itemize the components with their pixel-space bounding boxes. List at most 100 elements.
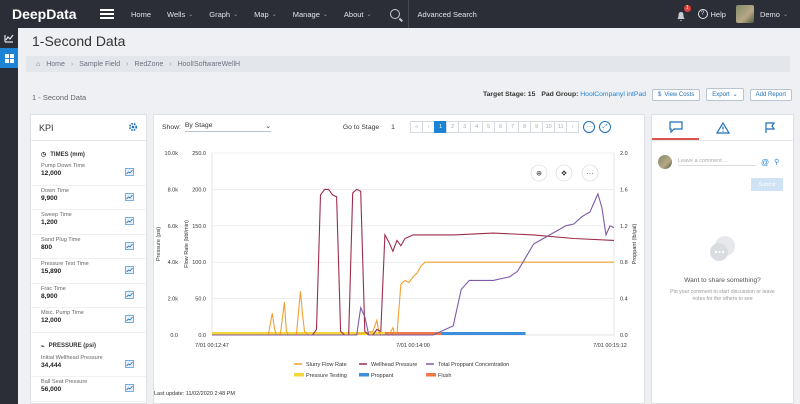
analytics-icon[interactable] [0, 28, 18, 48]
avatar [658, 155, 672, 169]
mini-chart-icon[interactable] [125, 168, 134, 176]
show-label: Show: [162, 123, 181, 131]
grid-apps-icon[interactable] [0, 48, 18, 68]
goto-stage-input[interactable]: 1 [391, 124, 409, 131]
legend-label: Proppant [371, 373, 394, 379]
kpi-section-header: ⌁ PRESSURE (psi) [41, 343, 96, 350]
mini-chart-icon[interactable] [125, 217, 134, 225]
mini-chart-icon[interactable] [125, 266, 134, 274]
notification-bell-icon[interactable]: 1 [676, 5, 691, 22]
kpi-panel: KPI ◷ TIMES (mm) Pump Down Time 12,000 Down … [30, 114, 147, 404]
legend-label: Pressure Testing [306, 373, 347, 379]
chart-controls: Show: By Stage ⌄ Go to Stage 1 «‹ 1 2 3 4 5 6 7 8… [154, 115, 644, 139]
chat-bubble-icon [710, 236, 735, 261]
kpi-item: Sand Plug Time 800 [31, 235, 146, 259]
view-costs-button[interactable]: $ View Costs [652, 88, 701, 101]
kpi-item: Initial Wellhead Pressure 34,444 [31, 353, 146, 377]
pin-icon[interactable]: ⚲ [774, 158, 779, 166]
nav-item-map[interactable]: Map ⌄ [246, 0, 285, 28]
nav-item-manage[interactable]: Manage ⌄ [285, 0, 336, 28]
mini-chart-icon[interactable] [125, 315, 134, 323]
breadcrumb-item-zone[interactable]: RedZone [134, 61, 163, 68]
nav-item-about[interactable]: About ⌄ [336, 0, 380, 28]
comment-input[interactable]: Leave a comment ... [678, 158, 756, 166]
mini-chart-icon[interactable] [125, 290, 134, 299]
pad-group-link[interactable]: HoolCompanyl intPad [580, 91, 646, 98]
nav-item-home[interactable]: Home [123, 0, 159, 28]
zoom-in-icon-glyph: ⊕ [536, 171, 542, 178]
empty-state-title: Want to share something? [684, 277, 761, 284]
dollar-icon: $ [658, 91, 662, 98]
mention-icon[interactable]: @ [761, 158, 769, 167]
x-tick-label: 7/01 00:15:12 [593, 343, 627, 349]
frac-chart[interactable]: 0.0 2.0k 4.0k 6.0k 8.0k 10.0k 0.0 50.0 100.0 150.… [154, 139, 644, 391]
user-menu[interactable]: Demo ⌄ [760, 10, 788, 19]
legend-swatch [359, 373, 369, 377]
mini-chart-icon[interactable] [125, 384, 134, 392]
user-avatar[interactable] [735, 5, 754, 23]
notification-count-badge: 1 [683, 5, 691, 12]
submit-button[interactable]: Submit [751, 178, 783, 191]
top-navbar: DeepData Home Wells ⌄ Graph ⌄ Map ⌄ Manage ⌄ Abou… [0, 0, 800, 28]
nav-item-wells[interactable]: Wells ⌄ [159, 0, 201, 28]
proppant-tick-label: 0.0 [620, 333, 628, 339]
tab-comments[interactable] [652, 115, 699, 140]
breadcrumb-item-field[interactable]: Sample Field [79, 61, 120, 68]
chart-panel: Show: By Stage ⌄ Go to Stage 1 «‹ 1 2 3 4 5 6 7 8… [153, 114, 645, 404]
proppant-tick-label: 1.2 [620, 224, 628, 230]
gear-icon[interactable] [128, 122, 138, 134]
flowrate-tick-label: 200.0 [192, 187, 206, 193]
pressure-tick-label: 6.0k [168, 224, 179, 230]
breadcrumb-item-home[interactable]: Home [46, 61, 65, 68]
x-tick-label: 7/01 00:14:00 [396, 343, 430, 349]
kpi-item: Pump Down Time 12,000 [31, 161, 146, 186]
comment-icon [668, 120, 683, 133]
help-link[interactable]: ? Help [697, 9, 726, 19]
pressure-tick-label: 4.0k [168, 260, 179, 266]
more-tools-icon-glyph: ··· [587, 171, 594, 178]
advanced-search-link[interactable]: Advanced Search [407, 0, 486, 28]
goto-stage-label: Go to Stage [342, 123, 380, 131]
breadcrumb: ⌂ Home › Sample Field › RedZone › HoolIS… [26, 56, 790, 72]
legend-label: Slurry Flow Rate [306, 362, 347, 368]
hamburger-menu-icon[interactable] [100, 9, 114, 19]
brand-logo[interactable]: DeepData [0, 0, 90, 28]
pressure-tick-label: 0.0 [170, 333, 178, 339]
proppant-tick-label: 0.4 [620, 297, 628, 303]
tab-alerts[interactable] [699, 115, 746, 140]
mini-chart-icon[interactable] [125, 241, 134, 250]
breadcrumb-item-well[interactable]: HoolISoftwareWellH [178, 61, 241, 68]
comments-panel: Leave a comment ... @ ⚲ Submit Want to s… [651, 114, 794, 404]
left-rail [0, 28, 18, 404]
show-select[interactable]: By Stage ⌄ [184, 122, 271, 132]
nav-item-graph[interactable]: Graph ⌄ [201, 0, 246, 28]
section-subtitle: 1 - Second Data [32, 93, 87, 102]
flowrate-tick-label: 150.0 [192, 224, 206, 230]
empty-state-text: Pin your comment to start discussion or … [670, 289, 775, 302]
mini-chart-icon[interactable] [125, 192, 134, 201]
page-title: 1-Second Data [32, 33, 126, 49]
flowrate-axis-label: Flow Rate (bbl/min) [184, 220, 190, 268]
chevron-down-icon: ⌄ [265, 123, 271, 130]
export-dropdown[interactable]: Export ⌄ [706, 88, 744, 101]
search-icon[interactable] [389, 9, 400, 19]
warning-icon [715, 121, 730, 134]
pressure-axis-label: Pressure (psi) [156, 227, 162, 261]
add-report-button[interactable]: Add Report [749, 88, 792, 101]
chevron-down-icon: ⌄ [233, 11, 239, 18]
gauge-icon: ⌁ [41, 343, 45, 350]
more-options-icon[interactable]: ··· [583, 121, 596, 133]
brand-name: DeepData [12, 6, 77, 22]
proppant-tick-label: 2.0 [620, 151, 628, 157]
proppant-tick-label: 0.8 [620, 260, 628, 266]
pressure-tick-label: 8.0k [168, 187, 179, 193]
expand-icon[interactable]: ⤢ [599, 121, 612, 133]
stage-pager: «‹ 1 2 3 4 5 6 7 8 9 10 11 › [410, 121, 580, 133]
x-tick-label: 7/01 00:12:47 [195, 343, 229, 349]
user-name-label: Demo [759, 9, 780, 19]
pressure-tick-label: 2.0k [168, 297, 179, 303]
tab-flags[interactable] [746, 115, 793, 140]
mini-chart-icon[interactable] [125, 359, 134, 368]
kpi-item: Misc. Pump Time 12,000 [31, 308, 146, 333]
next-page-icon[interactable]: › [566, 121, 580, 133]
